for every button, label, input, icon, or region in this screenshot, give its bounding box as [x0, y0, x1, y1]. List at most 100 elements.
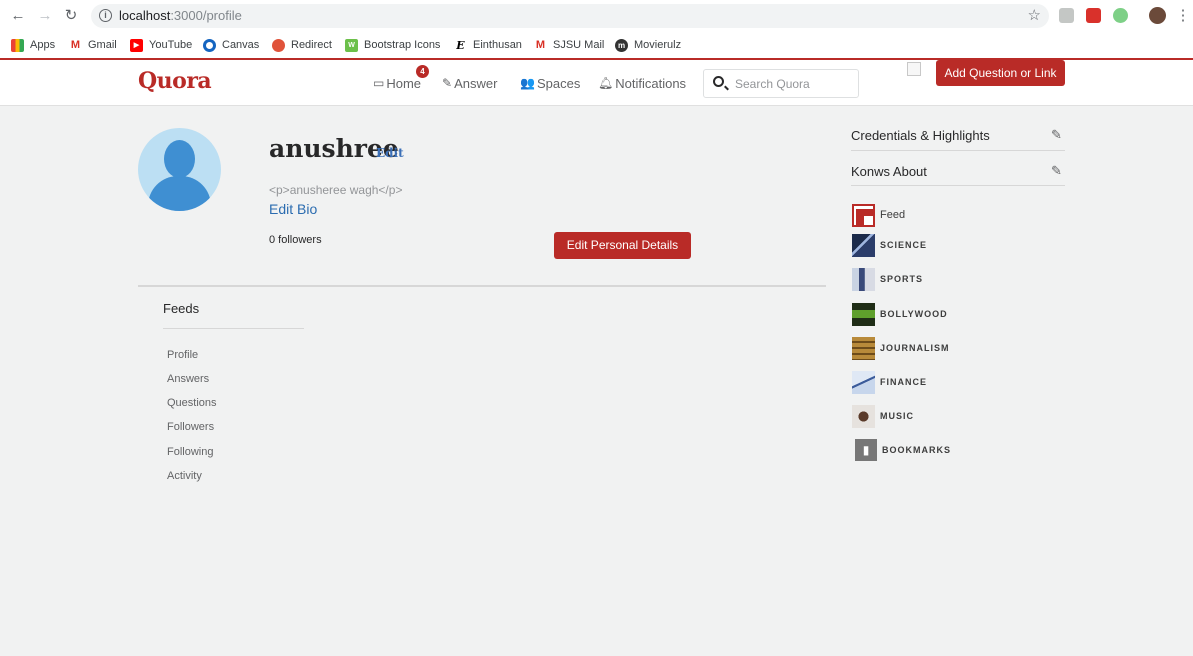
finance-icon: [852, 370, 875, 394]
bollywood-icon: [852, 302, 875, 326]
nav-notifications[interactable]: 🔔︎ Notifications: [598, 74, 686, 92]
topic-label: JOURNALISM: [880, 343, 950, 353]
bookmark-label: Gmail: [88, 39, 117, 51]
avatar-body: [148, 176, 211, 211]
profile-avatar-icon[interactable]: [1149, 7, 1166, 24]
bookmark-label: YouTube: [149, 39, 193, 51]
feed-link-followers[interactable]: Followers: [167, 421, 214, 433]
bookmark-label: SJSU Mail: [553, 39, 605, 51]
edit-personal-details-button[interactable]: Edit Personal Details: [554, 232, 691, 259]
search-input[interactable]: Search Quora: [703, 69, 859, 98]
back-arrow-icon[interactable]: ←: [9, 7, 27, 25]
topic-label: BOLLYWOOD: [880, 309, 948, 319]
topic-sports[interactable]: SPORTS: [852, 267, 923, 291]
users-icon: 👥: [520, 76, 535, 90]
home-icon: ▭: [373, 76, 385, 90]
topic-label: SCIENCE: [880, 240, 928, 250]
add-question-button[interactable]: Add Question or Link: [936, 60, 1065, 86]
einthusan-icon: E: [456, 38, 465, 52]
edit-bio-link[interactable]: Edit Bio: [269, 201, 317, 217]
topic-label: FINANCE: [880, 377, 927, 387]
address-bar[interactable]: i localhost:3000/profile ☆: [91, 4, 1049, 28]
bookmark-label: Redirect: [291, 39, 332, 51]
quora-logo[interactable]: Quora: [138, 68, 212, 94]
sports-icon: [852, 267, 875, 291]
edit-icon: ✎: [442, 76, 453, 90]
nav-home[interactable]: ▭ Home: [373, 74, 421, 92]
bookmark-gmail[interactable]: M Gmail: [69, 36, 117, 54]
bookmark-einthusan[interactable]: E Einthusan: [454, 36, 522, 54]
extension-icon[interactable]: [1086, 8, 1101, 23]
bookmark-movierulz[interactable]: m Movierulz: [615, 36, 681, 54]
nav-label: Answer: [454, 75, 498, 91]
feed-link-activity[interactable]: Activity: [167, 470, 202, 482]
topic-bollywood[interactable]: BOLLYWOOD: [852, 302, 948, 326]
feed-link-following[interactable]: Following: [167, 446, 213, 458]
bookmark-canvas[interactable]: Canvas: [203, 36, 259, 54]
bookmark-sjsu-mail[interactable]: M SJSU Mail: [534, 36, 604, 54]
edit-name-link[interactable]: Edit: [376, 146, 404, 160]
nav-spaces[interactable]: 👥 Spaces: [520, 74, 580, 92]
topic-label: Feed: [880, 209, 906, 221]
feed-link-questions[interactable]: Questions: [167, 397, 217, 409]
followers-count: 0 followers: [269, 234, 322, 246]
bookmark-label: Canvas: [222, 39, 260, 51]
nav-label: Home: [386, 75, 422, 91]
extension-icon[interactable]: [1113, 8, 1128, 23]
forward-arrow-icon[interactable]: →: [36, 7, 54, 25]
bookmark-icon: ▮: [855, 439, 877, 461]
info-icon[interactable]: i: [99, 9, 112, 22]
pencil-icon[interactable]: ✎: [1051, 163, 1062, 179]
bookmark-bootstrap-icons[interactable]: W Bootstrap Icons: [345, 36, 440, 54]
movierulz-icon: m: [615, 38, 628, 52]
extension-icon[interactable]: [1059, 8, 1074, 23]
divider: [163, 328, 304, 329]
nav-label: Spaces: [536, 75, 581, 91]
nav-label: Notifications: [615, 75, 687, 91]
credentials-heading: Credentials & Highlights: [851, 128, 990, 143]
bookmark-redirect[interactable]: Redirect: [272, 36, 332, 54]
divider: [851, 185, 1065, 186]
divider: [851, 150, 1065, 151]
music-icon: [852, 404, 875, 428]
bookmark-label: Movierulz: [634, 39, 682, 51]
url-text: localhost:3000/profile: [119, 8, 242, 23]
topic-science[interactable]: SCIENCE: [852, 233, 927, 257]
bookmark-apps[interactable]: Apps: [11, 36, 55, 54]
nav-answer[interactable]: ✎ Answer: [442, 74, 497, 92]
apps-grid-icon: [11, 38, 24, 52]
avatar: [138, 128, 221, 211]
journalism-icon: [852, 336, 875, 360]
browser-toolbar: ← → ↻ i localhost:3000/profile ☆ ⋮: [0, 0, 1193, 32]
science-icon: [852, 233, 875, 257]
bookmark-star-icon[interactable]: ☆: [1028, 6, 1041, 24]
knows-about-heading: Konws About: [851, 164, 927, 179]
divider: [138, 285, 826, 287]
feed-link-answers[interactable]: Answers: [167, 373, 209, 385]
bookmarks-bar: Apps M Gmail ▶ YouTube Canvas Redirect W…: [0, 32, 1193, 58]
gmail-icon: M: [535, 38, 546, 51]
feeds-title: Feeds: [163, 301, 200, 316]
youtube-icon: ▶: [130, 38, 143, 52]
menu-kebab-icon[interactable]: ⋮: [1174, 7, 1192, 25]
app-header: Quora ▭ Home 4 ✎ Answer 👥 Spaces 🔔︎ Noti…: [0, 60, 1193, 106]
profile-bio: <p>anusheree wagh</p>: [269, 183, 403, 197]
canvas-icon: [203, 38, 216, 52]
pencil-icon[interactable]: ✎: [1051, 127, 1062, 143]
reload-icon[interactable]: ↻: [62, 7, 80, 25]
redirect-icon: [272, 38, 285, 52]
search-icon: [713, 76, 724, 87]
bookmark-youtube[interactable]: ▶ YouTube: [130, 36, 192, 54]
topic-feed[interactable]: Feed: [852, 203, 905, 227]
topic-music[interactable]: MUSIC: [852, 404, 914, 428]
topic-journalism[interactable]: JOURNALISM: [852, 336, 950, 360]
topic-finance[interactable]: FINANCE: [852, 370, 927, 394]
bell-icon: 🔔︎: [598, 76, 614, 90]
feed-icon: [852, 203, 875, 227]
avatar-head: [164, 140, 195, 178]
feed-link-profile[interactable]: Profile: [167, 349, 198, 361]
notification-badge: 4: [416, 65, 429, 78]
topic-label: BOOKMARKS: [882, 445, 951, 455]
topic-label: SPORTS: [880, 274, 924, 284]
topic-bookmarks[interactable]: ▮ BOOKMARKS: [855, 438, 951, 462]
